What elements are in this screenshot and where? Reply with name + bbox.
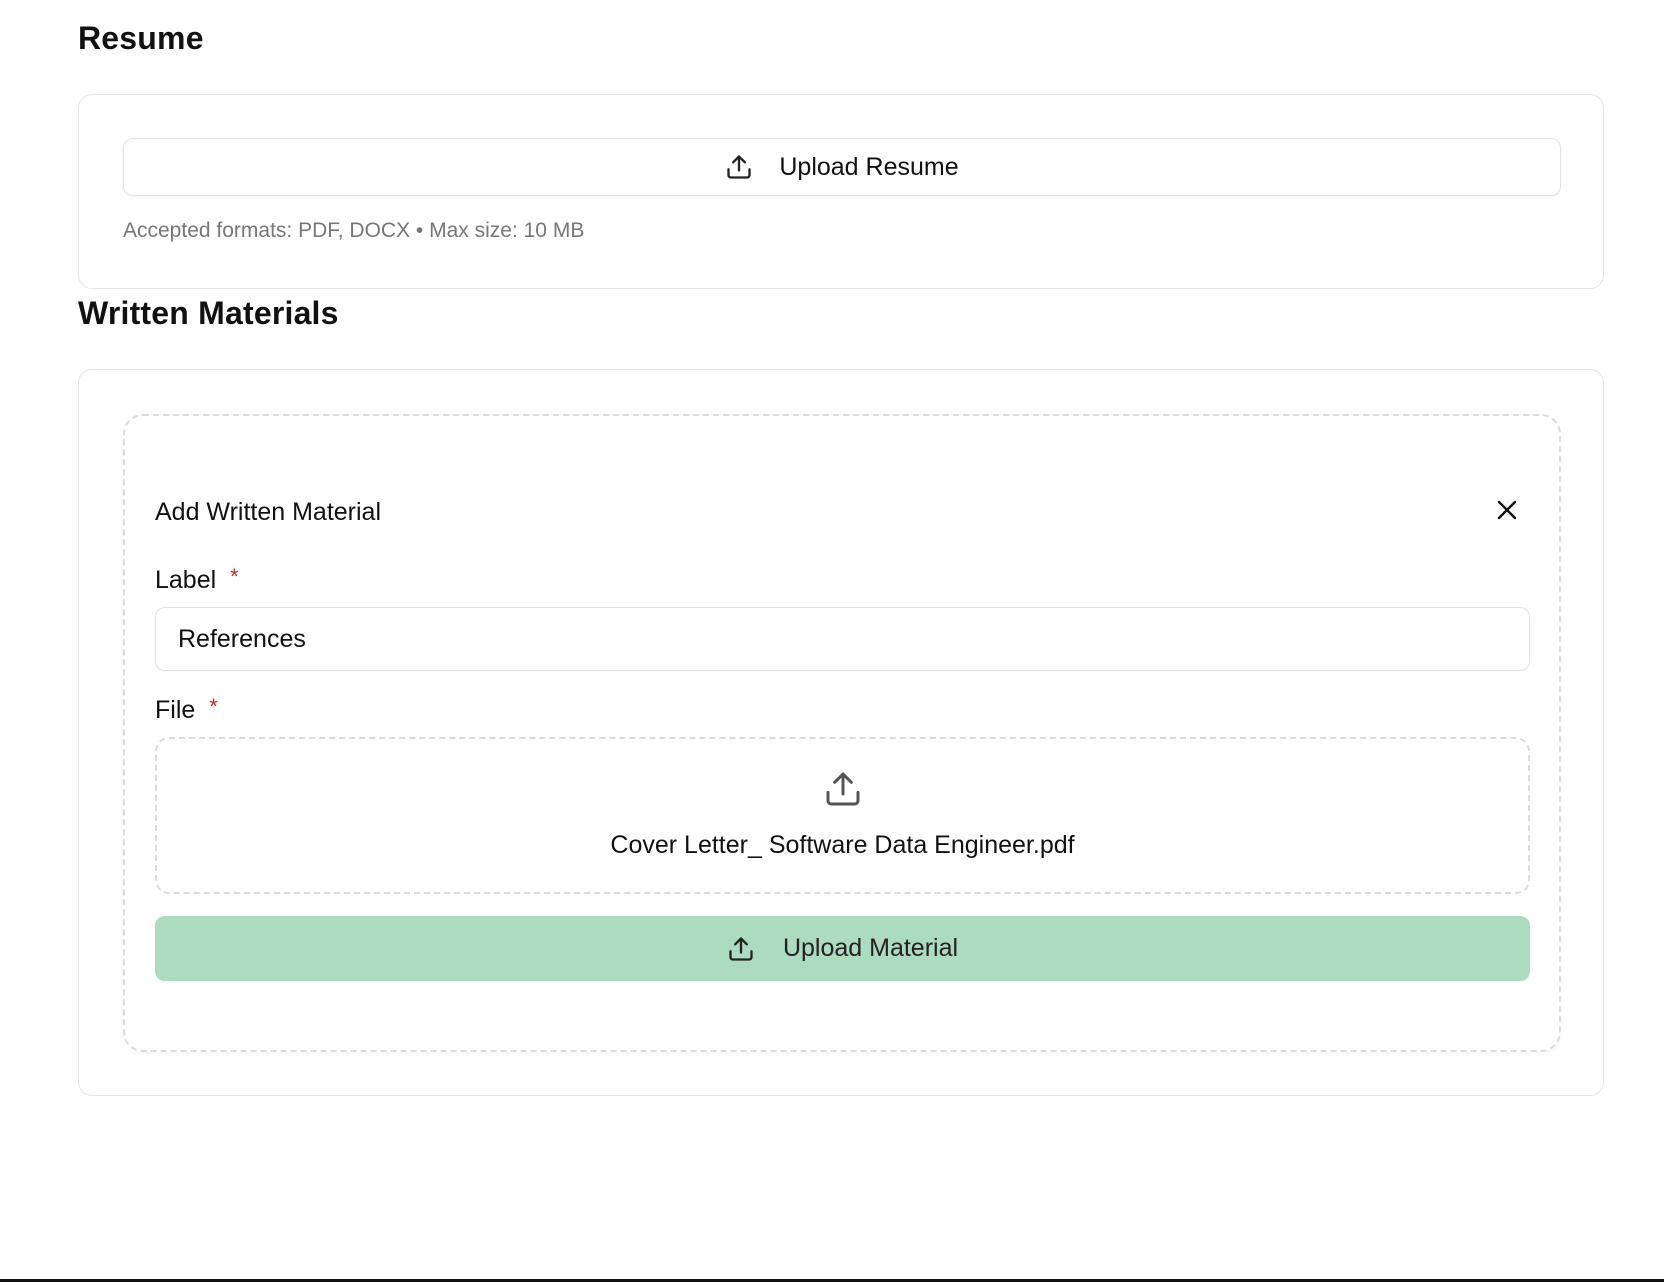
resume-format-hint: Accepted formats: PDF, DOCX • Max size: … [123,219,585,242]
file-drop-zone[interactable]: Cover Letter_ Software Data Engineer.pdf [155,737,1530,894]
written-materials-heading: Written Materials [78,295,339,331]
required-marker: * [209,694,218,719]
upload-resume-label: Upload Resume [779,152,959,181]
resume-card: Upload Resume Accepted formats: PDF, DOC… [78,94,1604,289]
resume-heading: Resume [78,20,204,56]
add-written-material-form: Add Written Material Label * File * [123,414,1561,1052]
label-input[interactable] [155,607,1530,671]
close-icon [1496,499,1518,526]
file-field-text: File [155,696,196,724]
page: Resume Upload Resume Accepted formats: P… [0,0,1664,1282]
selected-file-name: Cover Letter_ Software Data Engineer.pdf [610,831,1075,859]
close-form-button[interactable] [1491,496,1523,528]
upload-icon [727,935,755,963]
written-materials-card: Add Written Material Label * File * [78,369,1604,1096]
upload-resume-button[interactable]: Upload Resume [123,138,1561,196]
label-field-label: Label * [155,564,239,595]
upload-material-label: Upload Material [782,934,959,962]
label-field-text: Label [155,566,217,594]
file-field-label: File * [155,694,218,725]
required-marker: * [230,564,239,589]
upload-icon [725,153,753,181]
upload-icon [823,769,863,814]
upload-material-button[interactable]: Upload Material [155,916,1530,981]
form-title: Add Written Material [155,498,382,526]
